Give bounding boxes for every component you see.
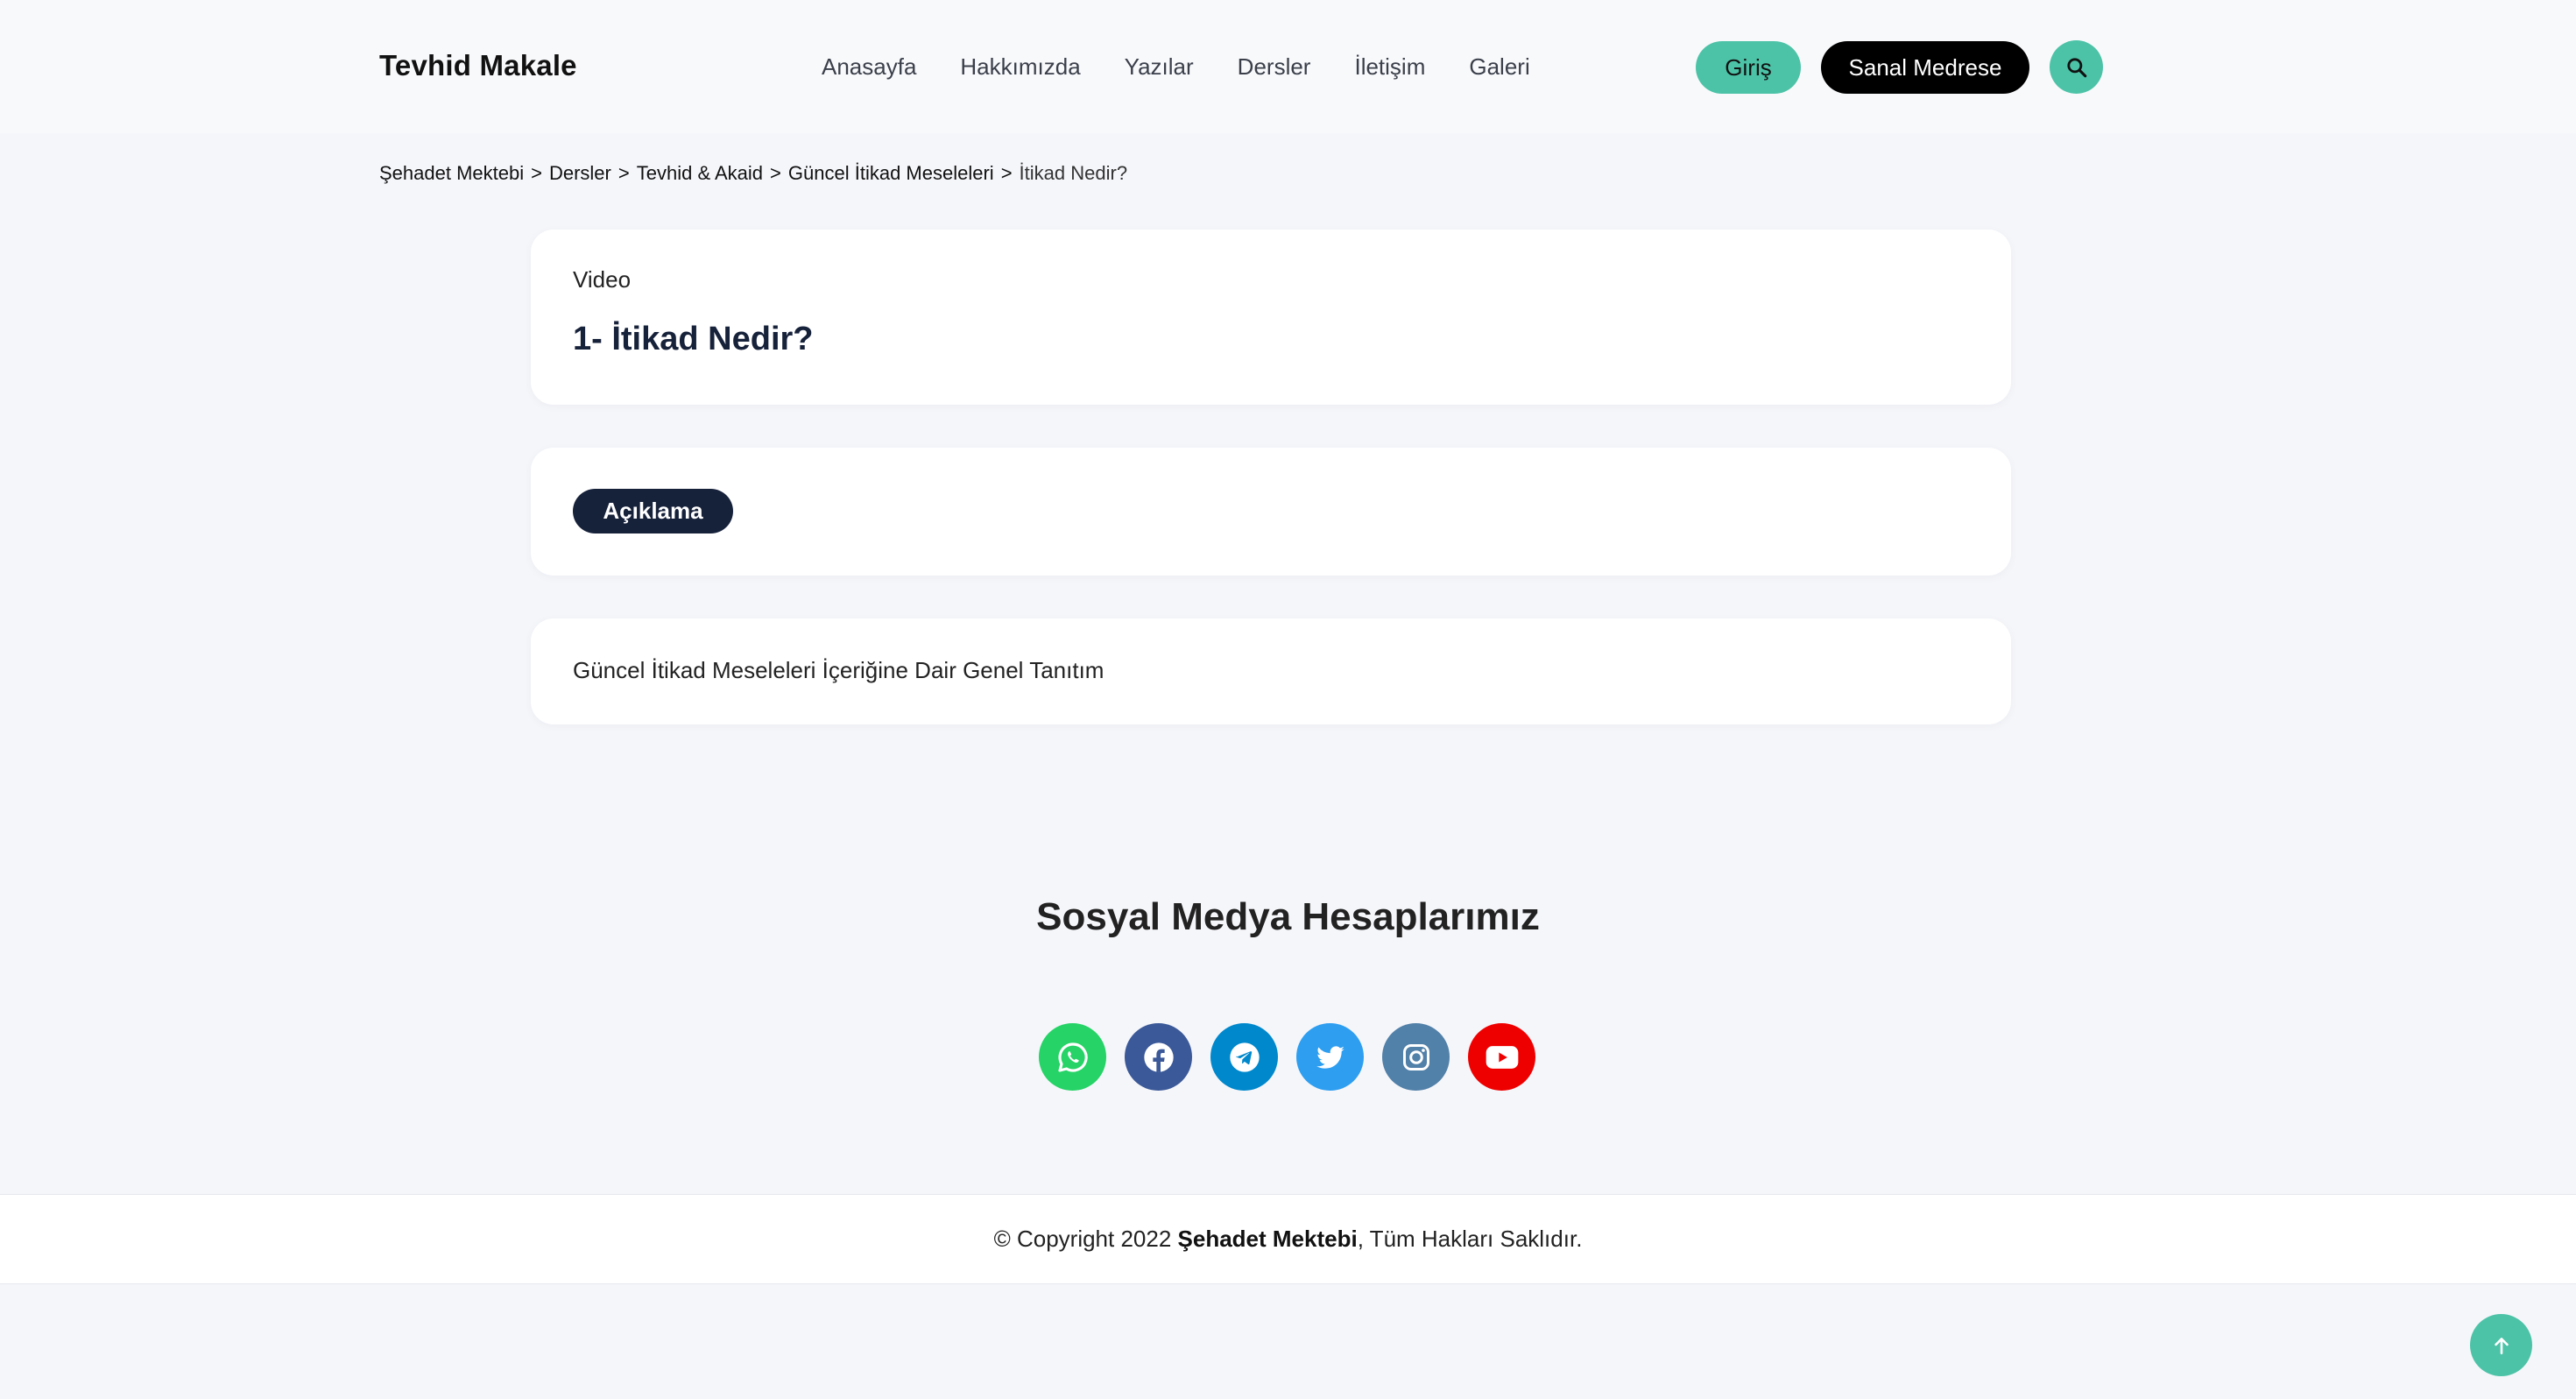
social-icons-row xyxy=(1039,1023,1535,1091)
instagram-icon xyxy=(1402,1043,1429,1070)
facebook-icon xyxy=(1143,1042,1174,1072)
lesson-title: 1- İtikad Nedir? xyxy=(573,321,814,357)
breadcrumb-item-guncel-itikad[interactable]: Güncel İtikad Meseleleri xyxy=(788,162,994,185)
facebook-link[interactable] xyxy=(1125,1023,1192,1091)
sanal-medrese-button[interactable]: Sanal Medrese xyxy=(1821,41,2029,94)
login-button[interactable]: Giriş xyxy=(1696,41,1801,94)
instagram-link[interactable] xyxy=(1382,1023,1450,1091)
copyright-org[interactable]: Şehadet Mektebi xyxy=(1178,1226,1358,1253)
breadcrumb-separator: > xyxy=(531,162,542,184)
site-header: Tevhid Makale Anasayfa Hakkımızda Yazıla… xyxy=(0,0,2576,133)
whatsapp-icon xyxy=(1057,1042,1088,1072)
whatsapp-link[interactable] xyxy=(1039,1023,1106,1091)
twitter-link[interactable] xyxy=(1296,1023,1364,1091)
telegram-link[interactable] xyxy=(1210,1023,1278,1091)
telegram-icon xyxy=(1229,1042,1260,1072)
lesson-type-label: Video xyxy=(573,266,632,293)
breadcrumb-separator: > xyxy=(618,162,630,184)
description-content-card: Güncel İtikad Meseleleri İçeriğine Dair … xyxy=(531,618,2011,724)
nav-item-iletisim[interactable]: İletişim xyxy=(1354,51,1425,82)
tab-aciklama[interactable]: Açıklama xyxy=(573,489,733,533)
nav-item-galeri[interactable]: Galeri xyxy=(1469,51,1529,82)
nav-item-anasayfa[interactable]: Anasayfa xyxy=(822,51,916,82)
copyright-suffix: , Tüm Hakları Saklıdır. xyxy=(1357,1226,1583,1252)
back-to-top-button[interactable] xyxy=(2470,1314,2532,1376)
breadcrumb-item-home[interactable]: Şehadet Mektebi xyxy=(379,162,524,185)
breadcrumb-item-tevhid-akaid[interactable]: Tevhid & Akaid xyxy=(637,162,763,185)
footer-copyright: © Copyright 2022 Şehadet Mektebi , Tüm H… xyxy=(0,1194,2576,1284)
social-section-title: Sosyal Medya Hesaplarımız xyxy=(1036,895,1540,938)
description-text: Güncel İtikad Meseleleri İçeriğine Dair … xyxy=(573,657,1105,683)
twitter-icon xyxy=(1316,1045,1344,1069)
youtube-link[interactable] xyxy=(1468,1023,1535,1091)
breadcrumb-item-current: İtikad Nedir? xyxy=(1019,162,1128,184)
breadcrumb: Şehadet Mektebi > Dersler > Tevhid & Aka… xyxy=(379,162,1127,185)
breadcrumb-item-dersler[interactable]: Dersler xyxy=(549,162,611,185)
nav-item-hakkimizda[interactable]: Hakkımızda xyxy=(960,51,1080,82)
nav-item-yazilar[interactable]: Yazılar xyxy=(1125,51,1194,82)
site-logo[interactable]: Tevhid Makale xyxy=(379,49,577,82)
breadcrumb-separator: > xyxy=(770,162,781,184)
copyright-prefix: © Copyright 2022 xyxy=(993,1226,1178,1252)
description-tab-card: Açıklama xyxy=(531,448,2011,576)
breadcrumb-separator: > xyxy=(1000,162,1013,184)
arrow-up-icon xyxy=(2494,1337,2509,1354)
search-icon xyxy=(2066,57,2086,77)
nav-item-dersler[interactable]: Dersler xyxy=(1238,51,1311,82)
lesson-header-card: Video 1- İtikad Nedir? xyxy=(531,230,2011,405)
search-button[interactable] xyxy=(2050,40,2103,94)
main-nav: Anasayfa Hakkımızda Yazılar Dersler İlet… xyxy=(822,51,1574,82)
youtube-icon xyxy=(1486,1045,1518,1069)
